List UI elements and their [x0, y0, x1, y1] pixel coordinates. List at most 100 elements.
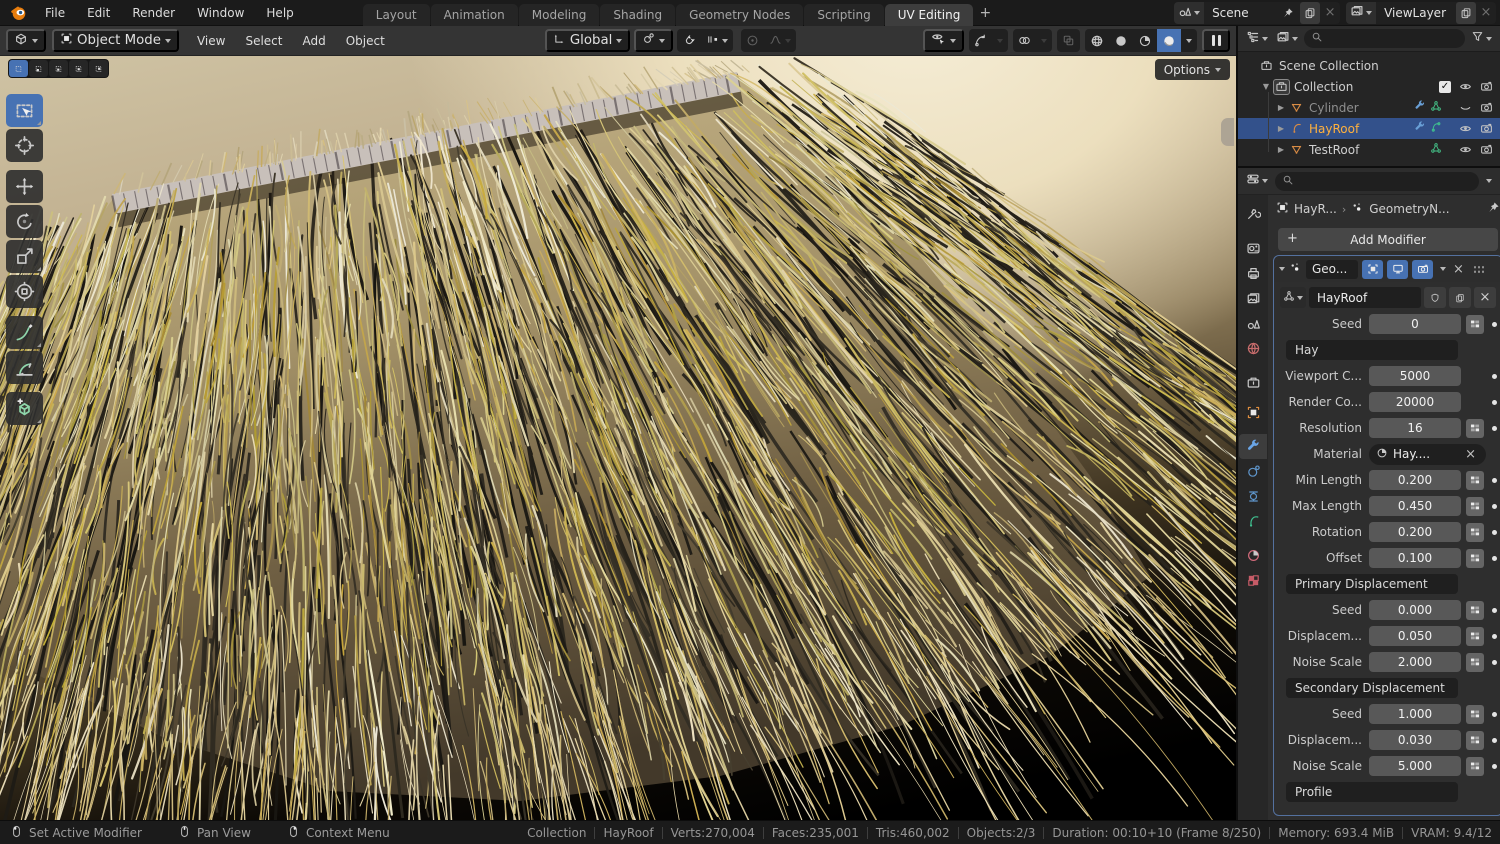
- input-attribute-toggle[interactable]: [1466, 523, 1484, 542]
- animate-dot[interactable]: [1492, 634, 1497, 639]
- add-workspace-button[interactable]: +: [974, 3, 996, 23]
- visibility-dropdown[interactable]: [923, 29, 964, 52]
- properties-tab-tool[interactable]: [1239, 201, 1267, 226]
- outliner-editor-type-button[interactable]: [1244, 29, 1270, 49]
- shading-dropdown[interactable]: [1181, 29, 1197, 52]
- value-field[interactable]: 0.050: [1369, 626, 1461, 646]
- fake-user-button[interactable]: [1424, 287, 1446, 308]
- viewlayer-name[interactable]: ViewLayer: [1376, 6, 1454, 20]
- pin-icon[interactable]: [1487, 201, 1500, 217]
- eye-icon[interactable]: [1456, 80, 1474, 93]
- new-scene-button[interactable]: [1300, 2, 1320, 24]
- workspace-tab-scripting[interactable]: Scripting: [804, 4, 883, 26]
- value-field[interactable]: 16: [1369, 418, 1461, 438]
- panel-header-primary-displacement[interactable]: Primary Displacement: [1286, 574, 1458, 594]
- input-attribute-toggle[interactable]: [1466, 497, 1484, 516]
- tool-transform[interactable]: [6, 275, 43, 308]
- select-mode-subtract-icon[interactable]: [49, 60, 68, 77]
- animate-dot[interactable]: [1492, 504, 1497, 509]
- menu-file[interactable]: File: [34, 6, 76, 20]
- shading-material-preview[interactable]: [1133, 29, 1157, 52]
- extras-chevron-icon[interactable]: [1440, 267, 1446, 271]
- workspace-tab-uv-editing[interactable]: UV Editing: [885, 4, 974, 26]
- animate-dot[interactable]: [1492, 738, 1497, 743]
- workspace-tab-animation[interactable]: Animation: [431, 4, 518, 26]
- value-field[interactable]: 0.450: [1369, 496, 1461, 516]
- input-attribute-toggle[interactable]: [1466, 731, 1484, 750]
- new-viewlayer-button[interactable]: [1456, 2, 1476, 24]
- properties-options-button[interactable]: [1484, 171, 1494, 191]
- outliner-row-scene-collection[interactable]: Scene Collection: [1238, 55, 1500, 76]
- properties-tab-render[interactable]: [1239, 236, 1267, 261]
- value-field[interactable]: 0.030: [1369, 730, 1461, 750]
- node-group-browse-button[interactable]: [1280, 287, 1306, 308]
- workspace-tab-layout[interactable]: Layout: [363, 4, 430, 26]
- animate-dot[interactable]: [1492, 608, 1497, 613]
- camera-icon[interactable]: [1477, 143, 1495, 156]
- panel-header-profile[interactable]: Profile: [1286, 782, 1458, 802]
- animate-dot[interactable]: [1492, 400, 1497, 405]
- gizmos-toggle[interactable]: [969, 29, 992, 52]
- properties-tab-material[interactable]: [1239, 543, 1267, 568]
- outliner-display-mode-button[interactable]: [1274, 29, 1300, 49]
- add-modifier-button[interactable]: + Add Modifier: [1278, 228, 1498, 251]
- breadcrumb-object[interactable]: HayR...: [1294, 202, 1337, 216]
- properties-tab-view-layer[interactable]: [1239, 286, 1267, 311]
- camera-icon[interactable]: [1477, 80, 1495, 93]
- menu-render[interactable]: Render: [121, 6, 186, 20]
- properties-tab-output[interactable]: [1239, 261, 1267, 286]
- value-field[interactable]: 20000: [1369, 392, 1461, 412]
- outliner-row-hayroof[interactable]: ▶HayRoof: [1238, 118, 1500, 139]
- edit-mode-toggle[interactable]: [1362, 260, 1383, 279]
- tool-move[interactable]: [6, 170, 43, 203]
- pin-icon[interactable]: [1278, 2, 1298, 24]
- snap-target-dropdown[interactable]: [701, 29, 733, 52]
- unlink-material-button[interactable]: ×: [1462, 447, 1479, 462]
- disclosure-icon[interactable]: ▼: [1259, 82, 1273, 91]
- animate-dot[interactable]: [1492, 478, 1497, 483]
- outliner-row-collection[interactable]: ▼Collection✓: [1238, 76, 1500, 97]
- modifier-name-field[interactable]: Geo...: [1306, 260, 1358, 279]
- tool-measure[interactable]: [6, 351, 43, 384]
- select-mode-extend-icon[interactable]: [29, 60, 48, 77]
- collection-checkbox[interactable]: ✓: [1436, 81, 1454, 93]
- proportional-toggle[interactable]: [741, 29, 764, 52]
- input-attribute-toggle[interactable]: [1466, 549, 1484, 568]
- viewport-3d[interactable]: Options: [0, 56, 1236, 820]
- realtime-toggle[interactable]: [1387, 260, 1408, 279]
- properties-tab-data[interactable]: [1239, 509, 1267, 534]
- drag-handle[interactable]: [1473, 265, 1485, 274]
- workspace-tab-shading[interactable]: Shading: [600, 4, 675, 26]
- options-dropdown[interactable]: Options: [1155, 59, 1230, 80]
- snap-toggle[interactable]: [677, 29, 701, 52]
- eye-icon[interactable]: [1456, 122, 1474, 135]
- value-field[interactable]: 0.100: [1369, 548, 1461, 568]
- overlays-toggle[interactable]: [1013, 29, 1036, 52]
- properties-tab-texture[interactable]: [1239, 568, 1267, 593]
- workspace-tab-geometry-nodes[interactable]: Geometry Nodes: [676, 4, 803, 26]
- viewport-menu-select[interactable]: Select: [235, 34, 292, 48]
- camera-icon[interactable]: [1477, 122, 1495, 135]
- select-mode-invert-icon[interactable]: [69, 60, 88, 77]
- input-attribute-toggle[interactable]: [1466, 757, 1484, 776]
- disclosure-icon[interactable]: ▶: [1274, 145, 1288, 154]
- blender-logo[interactable]: [8, 4, 30, 22]
- delete-viewlayer-button[interactable]: ×: [1476, 2, 1496, 24]
- value-field[interactable]: 0.200: [1369, 470, 1461, 490]
- camera-icon[interactable]: [1477, 101, 1495, 114]
- input-attribute-toggle[interactable]: [1466, 627, 1484, 646]
- menu-help[interactable]: Help: [255, 6, 304, 20]
- properties-tab-constraints[interactable]: [1239, 484, 1267, 509]
- scene-browse-button[interactable]: [1174, 2, 1204, 24]
- input-attribute-toggle[interactable]: [1466, 601, 1484, 620]
- properties-tab-world[interactable]: [1239, 336, 1267, 361]
- properties-editor-type-button[interactable]: [1244, 171, 1270, 191]
- tool-add-cube[interactable]: [6, 392, 43, 425]
- value-field[interactable]: 5.000: [1369, 756, 1461, 776]
- tool-rotate[interactable]: [6, 205, 43, 238]
- disclosure-icon[interactable]: ▶: [1274, 124, 1288, 133]
- eye-closed-icon[interactable]: [1456, 101, 1474, 114]
- material-field[interactable]: Hay....×: [1369, 444, 1486, 465]
- node-group-name-field[interactable]: HayRoof: [1309, 287, 1421, 308]
- value-field[interactable]: 0.000: [1369, 600, 1461, 620]
